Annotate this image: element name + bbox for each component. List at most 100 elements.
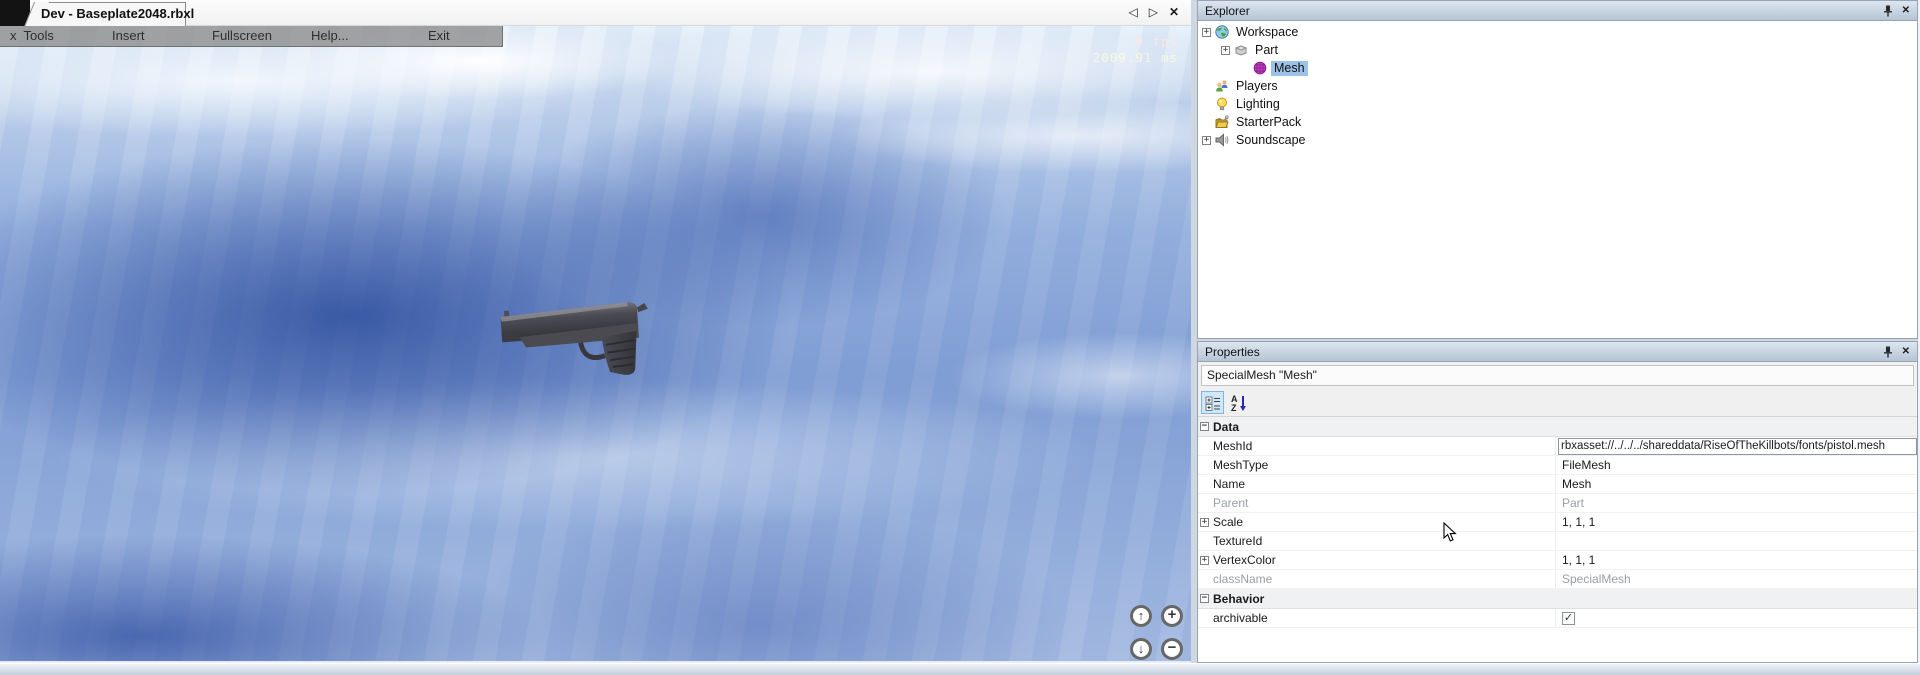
property-value-text: FileMesh — [1562, 458, 1611, 472]
3d-viewport[interactable]: x Tools Insert Fullscreen Help... Exit 0 fps … — [0, 26, 1191, 663]
menu-item-fullscreen[interactable]: Fullscreen — [212, 26, 272, 46]
tab-strip: Dev - Baseplate2048.rbxl ◁ ▷ ✕ — [0, 0, 1191, 26]
expand-toggle-icon[interactable]: + — [1202, 136, 1211, 145]
collapse-toggle-icon[interactable]: − — [1200, 594, 1209, 603]
players-icon — [1215, 79, 1229, 93]
tab-scroll-right-icon[interactable]: ▷ — [1149, 4, 1158, 20]
menu-item-tools[interactable]: x Tools — [10, 26, 54, 46]
tree-item-label: Soundscape — [1233, 133, 1309, 148]
menu-item-insert[interactable]: Insert — [112, 26, 145, 46]
property-row-vertexcolor[interactable]: +VertexColor1, 1, 1 — [1198, 551, 1917, 570]
game-menubar: x Tools Insert Fullscreen Help... Exit — [0, 26, 503, 47]
expand-toggle-icon[interactable]: + — [1200, 556, 1209, 565]
property-row-parent[interactable]: ParentPart — [1198, 494, 1917, 513]
menu-item-label: Tools — [24, 28, 54, 43]
pin-icon[interactable] — [1883, 346, 1893, 358]
explorer-close-icon[interactable]: ✕ — [1902, 6, 1910, 16]
explorer-header: Explorer ✕ — [1197, 0, 1918, 21]
camera-tilt-down-button[interactable]: ↓ — [1130, 638, 1152, 660]
performance-overlay: 0 fps 2009.91 ms — [1093, 34, 1178, 66]
selected-object-row: SpecialMesh "Mesh" — [1198, 362, 1917, 389]
property-row-name[interactable]: Name Mesh — [1198, 475, 1917, 494]
document-tab[interactable]: Dev - Baseplate2048.rbxl — [36, 2, 186, 26]
properties-close-icon[interactable]: ✕ — [1902, 347, 1910, 357]
property-value-cell[interactable]: FileMesh — [1556, 456, 1917, 474]
property-value-cell[interactable]: 1, 1, 1 — [1556, 551, 1917, 569]
taskbar-edge — [0, 663, 1920, 675]
mouse-cursor — [1443, 522, 1457, 543]
checkbox-checked-icon[interactable]: ✓ — [1562, 612, 1575, 625]
menu-item-label: Exit — [428, 28, 450, 43]
section-value-cell — [1556, 417, 1917, 436]
alphabetical-sort-button[interactable]: A Z — [1227, 391, 1250, 414]
property-value-cell[interactable]: Mesh — [1556, 475, 1917, 493]
property-name-cell: className — [1198, 570, 1556, 588]
part-icon — [1234, 43, 1248, 57]
frame-time: 2009.91 ms — [1093, 50, 1178, 66]
pistol-mesh[interactable] — [493, 278, 666, 389]
expand-toggle-icon[interactable]: + — [1200, 518, 1209, 527]
camera-tilt-up-button[interactable]: ↑ — [1130, 605, 1152, 627]
explorer-item-part[interactable]: + Part — [1198, 41, 1917, 59]
starterpack-icon — [1215, 115, 1229, 129]
mesh-icon — [1253, 61, 1267, 75]
menu-item-exit[interactable]: Exit — [428, 26, 450, 46]
property-value-input[interactable]: rbxasset://../../../shareddata/RiseOfThe… — [1558, 438, 1917, 455]
section-title: Behavior — [1213, 592, 1264, 606]
menu-item-help[interactable]: Help... — [311, 26, 349, 46]
menu-item-label: Help... — [311, 28, 349, 43]
tree-item-label: Players — [1233, 79, 1281, 94]
explorer-item-workspace[interactable]: +Workspace — [1198, 23, 1917, 41]
tab-close-icon[interactable]: ✕ — [1169, 4, 1179, 20]
expand-toggle-icon[interactable]: + — [1221, 46, 1230, 55]
section-name-cell: −Behavior — [1198, 589, 1556, 608]
pin-icon[interactable] — [1883, 5, 1893, 17]
property-value-cell[interactable] — [1556, 532, 1917, 550]
property-row-meshid[interactable]: MeshIdrbxasset://../../../shareddata/Ris… — [1198, 437, 1917, 456]
selected-object-label: SpecialMesh "Mesh" — [1201, 365, 1914, 386]
explorer-item-lighting[interactable]: Lighting — [1198, 95, 1917, 113]
menu-close-icon[interactable]: x — [10, 28, 17, 43]
zoom-out-button[interactable]: − — [1161, 638, 1183, 660]
workspace-icon — [1215, 25, 1229, 39]
tab-scroll-left-icon[interactable]: ◁ — [1128, 4, 1137, 20]
explorer-item-starterpack[interactable]: StarterPack — [1198, 113, 1917, 131]
property-value-cell[interactable]: rbxasset://../../../shareddata/RiseOfThe… — [1556, 437, 1917, 455]
property-section-behavior[interactable]: −Behavior — [1198, 589, 1917, 609]
properties-header: Properties ✕ — [1197, 341, 1918, 362]
section-value-cell — [1556, 589, 1917, 608]
explorer-item-players[interactable]: Players — [1198, 77, 1917, 95]
tree-item-label: Lighting — [1233, 97, 1283, 112]
property-name-cell: TextureId — [1198, 532, 1556, 550]
zoom-in-button[interactable]: + — [1161, 605, 1183, 627]
property-row-classname[interactable]: className SpecialMesh — [1198, 570, 1917, 589]
categorized-view-button[interactable] — [1201, 391, 1224, 414]
explorer-item-mesh[interactable]: Mesh — [1198, 59, 1917, 77]
property-value-cell[interactable]: 1, 1, 1 — [1556, 513, 1917, 531]
property-value-cell[interactable]: ✓ — [1556, 609, 1917, 627]
property-row-meshtype[interactable]: MeshTypeFileMesh — [1198, 456, 1917, 475]
property-name: TextureId — [1213, 534, 1262, 548]
fps-counter: 0 fps — [1093, 34, 1178, 50]
expand-toggle-icon[interactable]: + — [1202, 28, 1211, 37]
property-row-archivable[interactable]: archivable✓ — [1198, 609, 1917, 628]
properties-empty-area — [1198, 628, 1917, 662]
property-section-data[interactable]: −Data — [1198, 417, 1917, 437]
section-name-cell: −Data — [1198, 417, 1556, 436]
collapse-toggle-icon[interactable]: − — [1200, 422, 1209, 431]
property-value-cell[interactable]: Part — [1556, 494, 1917, 512]
tree-item-label: Mesh — [1271, 61, 1308, 76]
explorer-item-soundscape[interactable]: + Soundscape — [1198, 131, 1917, 149]
property-name: Name — [1213, 477, 1245, 491]
roblox-studio-window: Dev - Baseplate2048.rbxl ◁ ▷ ✕ x Tools Ins… — [0, 0, 1920, 675]
tree-item-label: Part — [1252, 43, 1281, 58]
property-name-cell: +VertexColor — [1198, 551, 1556, 569]
properties-panel: Properties ✕ SpecialMesh "Mesh" — [1197, 341, 1918, 663]
property-name: className — [1213, 572, 1272, 586]
property-name-cell: Name — [1198, 475, 1556, 493]
property-value-cell[interactable]: SpecialMesh — [1556, 570, 1917, 588]
menu-item-label: Insert — [112, 28, 145, 43]
property-value-text: 1, 1, 1 — [1562, 515, 1595, 529]
property-row-scale[interactable]: +Scale1, 1, 1 — [1198, 513, 1917, 532]
property-row-textureid[interactable]: TextureId — [1198, 532, 1917, 551]
